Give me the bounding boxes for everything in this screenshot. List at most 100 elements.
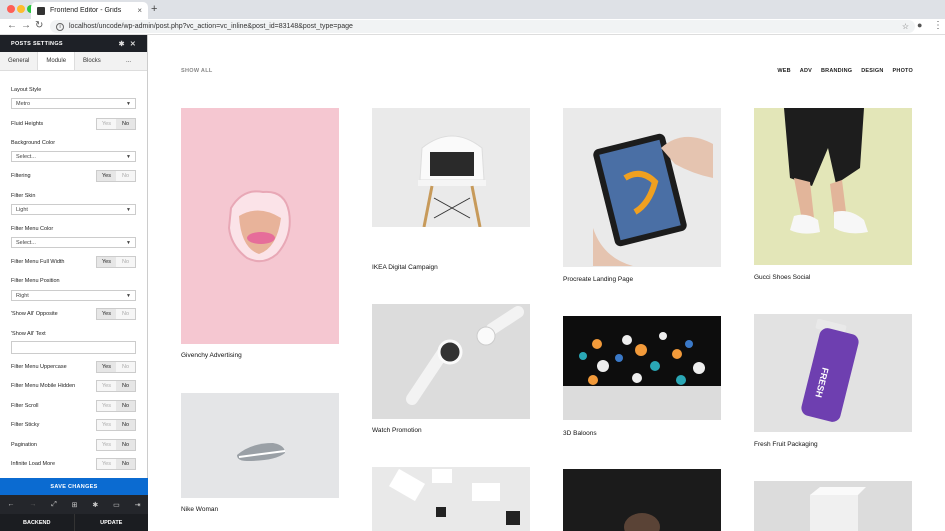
toggle-yes[interactable]: Yes [97,440,116,450]
toggle-yes[interactable]: Yes [97,401,116,411]
item-title[interactable]: Givenchy Advertising [181,352,242,359]
grid-item-nike[interactable]: Nike Woman [181,393,339,513]
baloons-image[interactable] [563,316,721,420]
pagination-toggle[interactable]: Yes No [96,439,136,451]
item-title[interactable]: IKEA Digital Campaign [372,264,438,271]
filter-menu-uppercase-toggle[interactable]: Yes No [96,361,136,373]
portrait-image[interactable] [563,469,721,531]
forward-icon[interactable]: → [21,20,31,31]
givenchy-image[interactable] [181,108,339,344]
filter-skin-select[interactable]: Light ▼ [11,204,136,215]
toggle-no[interactable]: No [116,401,135,411]
tab-general[interactable]: General [0,52,37,70]
bookmark-star-icon[interactable]: ☆ [902,22,909,31]
infinite-load-more-toggle[interactable]: Yes No [96,458,136,470]
filter-scroll-toggle[interactable]: Yes No [96,400,136,412]
filtering-toggle[interactable]: Yes No [96,170,136,182]
back-icon[interactable]: ← [7,20,17,31]
procreate-image[interactable] [563,108,721,267]
grid-item-stationery[interactable] [372,467,530,531]
grid-item-ikea[interactable]: IKEA Digital Campaign [372,108,530,271]
item-title[interactable]: 3D Baloons [563,430,597,437]
filter-design[interactable]: DESIGN [861,68,883,74]
tab-blocks[interactable]: Blocks [75,52,109,70]
show-all-text-input[interactable] [11,341,136,354]
filter-sticky-toggle[interactable]: Yes No [96,419,136,431]
arrow-left-icon[interactable]: ← [7,501,14,508]
address-bar[interactable]: i localhost/uncode/wp-admin/post.php?vc_… [50,20,915,33]
layout-style-select[interactable]: Metro ▼ [11,98,136,109]
grid-item-baloons[interactable]: 3D Baloons [563,316,721,437]
stationery-image[interactable] [372,467,530,531]
toggle-no[interactable]: No [116,362,135,372]
tab-more[interactable]: ... [118,52,139,70]
show-all-opposite-toggle[interactable]: Yes No [96,308,136,320]
tab-close-icon[interactable]: × [137,6,142,15]
filter-menu-full-width-toggle[interactable]: Yes No [96,256,136,268]
filter-web[interactable]: WEB [777,68,790,74]
profile-icon[interactable]: ● [917,20,922,30]
desktop-icon[interactable]: ▭ [113,501,120,509]
item-title[interactable]: Nike Woman [181,506,218,513]
watch-image[interactable] [372,304,530,419]
toggle-yes[interactable]: Yes [97,381,116,391]
background-color-select[interactable]: Select... ▼ [11,151,136,162]
box-image[interactable] [754,481,912,531]
toggle-no[interactable]: No [116,420,135,430]
backend-button[interactable]: BACKEND [0,514,75,531]
close-icon[interactable]: ✕ [130,40,136,48]
filter-menu-color-select[interactable]: Select... ▼ [11,237,136,248]
save-changes-button[interactable]: SAVE CHANGES [0,478,148,495]
grid-item-watch[interactable]: Watch Promotion [372,304,530,434]
gucci-image[interactable] [754,108,912,265]
filter-photo[interactable]: PHOTO [893,68,913,74]
browser-tab[interactable]: Frontend Editor - Grids × [31,2,148,19]
toggle-yes[interactable]: Yes [97,420,116,430]
nike-image[interactable] [181,393,339,498]
show-all-filter[interactable]: SHOW ALL [181,68,213,74]
toggle-yes[interactable]: Yes [97,362,116,372]
toggle-yes[interactable]: Yes [97,257,116,267]
reload-icon[interactable]: ↻ [35,20,43,31]
gear-icon[interactable]: ✱ [119,40,125,48]
filter-menu-mobile-hidden-toggle[interactable]: Yes No [96,380,136,392]
grid-item-givenchy[interactable]: Givenchy Advertising [181,108,339,359]
filter-adv[interactable]: ADV [800,68,812,74]
item-title[interactable]: Gucci Shoes Social [754,274,810,281]
exit-icon[interactable]: ⇥ [135,501,141,509]
filter-menu-position-select[interactable]: Right ▼ [11,290,136,301]
toggle-no[interactable]: No [116,440,135,450]
toggle-yes[interactable]: Yes [97,309,116,319]
arrow-right-icon[interactable]: → [29,501,36,508]
toggle-yes[interactable]: Yes [97,119,116,129]
update-button[interactable]: UPDATE [75,514,149,531]
grid-item-fresh-fruit[interactable]: FRESH Fresh Fruit Packaging [754,314,912,448]
settings-icon[interactable]: ✱ [92,501,98,509]
toggle-yes[interactable]: Yes [97,459,116,469]
item-title[interactable]: Fresh Fruit Packaging [754,441,818,448]
add-element-icon[interactable]: ⊞ [72,501,78,509]
grid-item-portrait[interactable] [563,469,721,531]
expand-icon[interactable]: ⤢ [51,501,57,509]
tab-module[interactable]: Module [37,52,76,70]
grid-item-procreate[interactable]: Procreate Landing Page [563,108,721,283]
toggle-no[interactable]: No [116,171,135,181]
close-window-button[interactable] [7,5,15,13]
menu-icon[interactable]: ⋮ [933,20,943,31]
toggle-yes[interactable]: Yes [97,171,116,181]
grid-item-gucci[interactable]: Gucci Shoes Social [754,108,912,281]
ikea-image[interactable] [372,108,530,227]
filter-branding[interactable]: BRANDING [821,68,852,74]
minimize-window-button[interactable] [17,5,25,13]
item-title[interactable]: Watch Promotion [372,427,422,434]
toggle-no[interactable]: No [116,309,135,319]
new-tab-button[interactable]: + [151,3,157,15]
grid-item-box[interactable] [754,481,912,531]
toggle-no[interactable]: No [116,257,135,267]
toggle-no[interactable]: No [116,459,135,469]
toggle-no[interactable]: No [116,119,135,129]
fresh-fruit-image[interactable]: FRESH [754,314,912,432]
toggle-no[interactable]: No [116,381,135,391]
info-icon[interactable]: i [56,22,64,31]
fluid-heights-toggle[interactable]: Yes No [96,118,136,130]
